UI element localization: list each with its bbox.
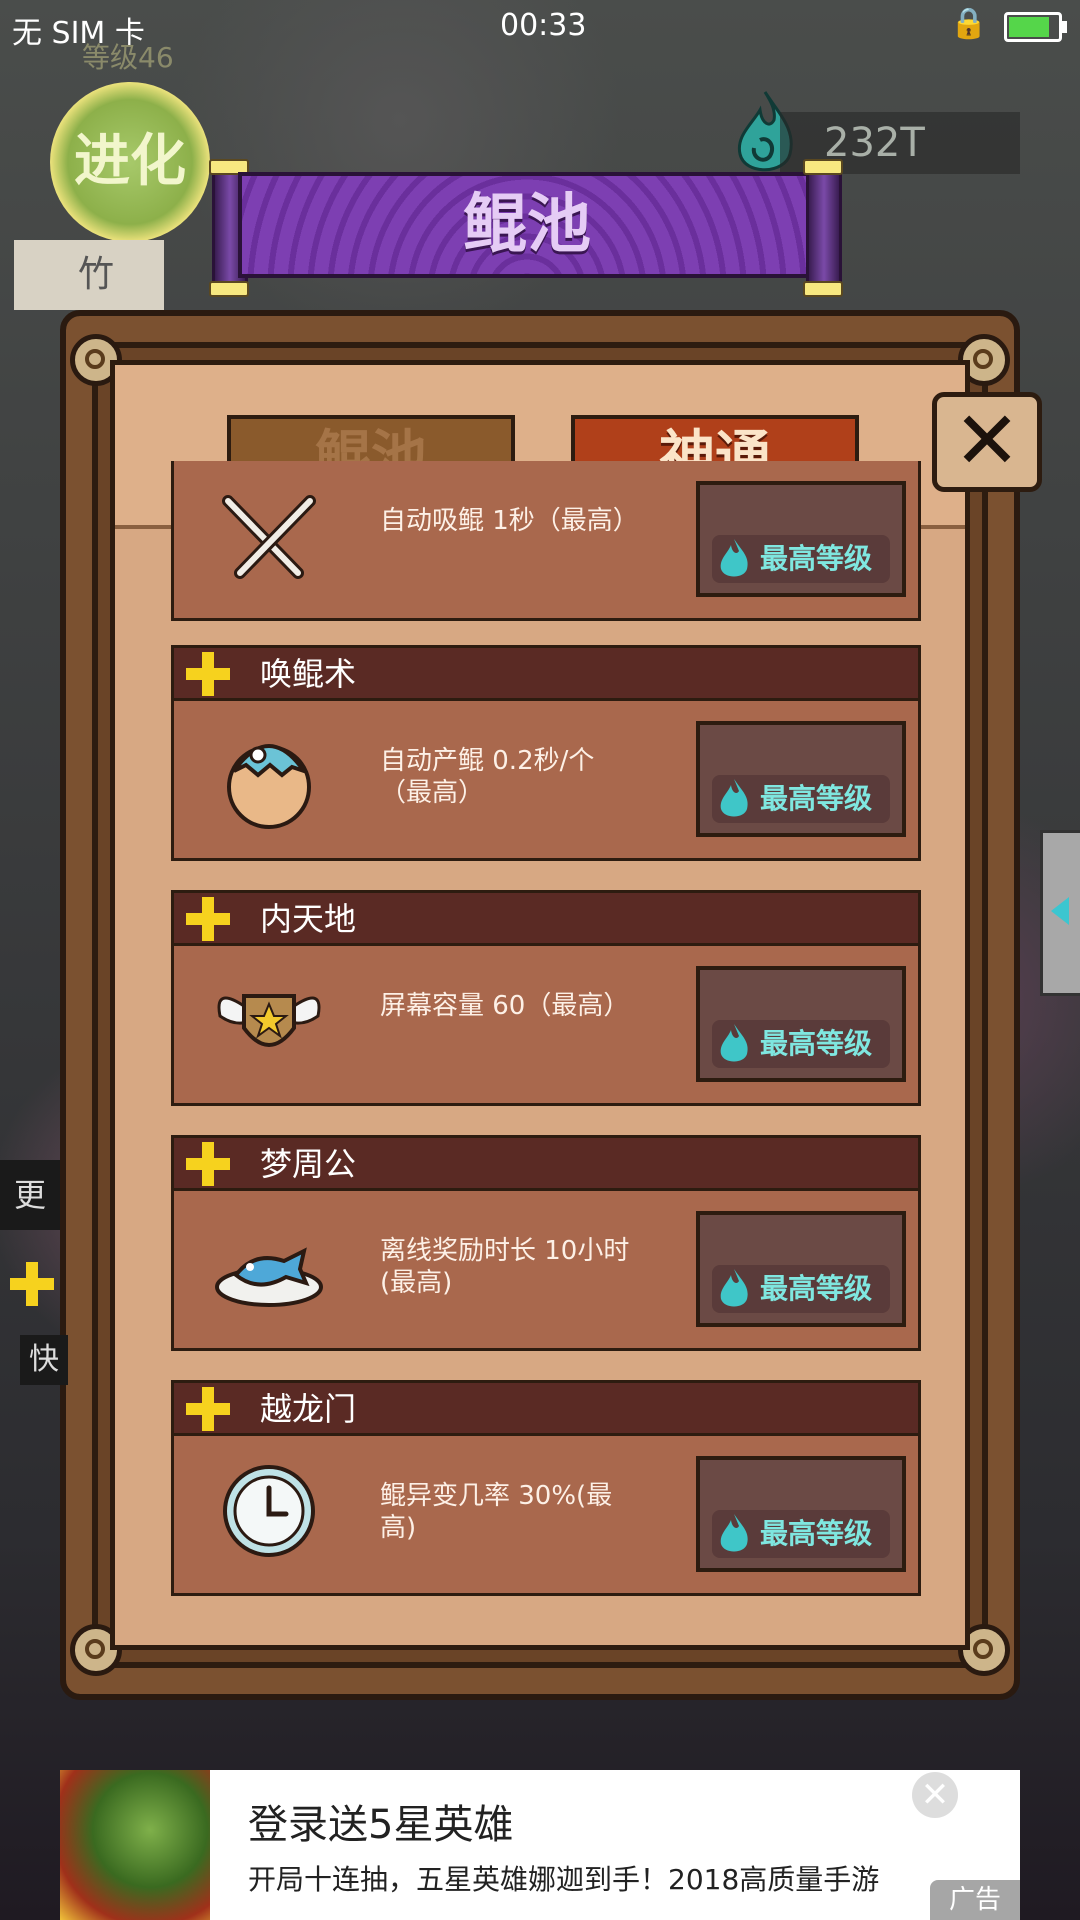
ability-card-body: 屏幕容量 60（最高） 最高等级 <box>171 946 921 1106</box>
panel-content: 鲲池 神通 自动吸鲲 1秒（最高） 最高等级 唤鲲术 自动产鲲 0.2秒/个（最… <box>110 360 970 1650</box>
ability-card: 内天地 屏幕容量 60（最高） 最高等级 <box>171 890 921 1106</box>
ability-card-header: 内天地 <box>171 890 921 946</box>
spirit-flame-icon <box>720 779 748 817</box>
ad-description: 开局十连抽，五星英雄娜迦到手！2018高质量手游 <box>248 1863 880 1896</box>
ad-tag: 广告 <box>930 1880 1020 1920</box>
ability-card: 唤鲲术 自动产鲲 0.2秒/个（最高） 最高等级 <box>171 645 921 861</box>
max-level-button[interactable]: 最高等级 <box>696 1456 906 1572</box>
max-level-label: 最高等级 <box>760 782 873 815</box>
max-level-button[interactable]: 最高等级 <box>696 1211 906 1327</box>
quick-button[interactable]: 快 <box>20 1335 68 1385</box>
clock: 00:33 <box>500 8 587 43</box>
ability-description: 鲲异变几率 30%(最高) <box>380 1481 613 1543</box>
max-level-label: 最高等级 <box>760 1272 873 1305</box>
max-level-button[interactable]: 最高等级 <box>696 966 906 1082</box>
ability-card-header: 梦周公 <box>171 1135 921 1191</box>
crossed-swords-icon <box>222 495 316 579</box>
evolve-button[interactable]: 进化 <box>50 82 210 242</box>
ability-description: 屏幕容量 60（最高） <box>380 991 630 1021</box>
ability-name: 唤鲲术 <box>260 655 357 693</box>
plus-icon <box>186 1142 230 1186</box>
ability-card-body: 鲲异变几率 30%(最高) 最高等级 <box>171 1436 921 1596</box>
battery-icon <box>1004 12 1067 42</box>
banner-roll-right <box>803 159 843 297</box>
ad-banner[interactable]: 登录送5星英雄 开局十连抽，五星英雄娜迦到手！2018高质量手游 <box>60 1770 1020 1920</box>
ability-card-body: 自动产鲲 0.2秒/个（最高） 最高等级 <box>171 701 921 861</box>
plus-icon <box>186 652 230 696</box>
max-level-label: 最高等级 <box>760 1027 873 1060</box>
hatching-egg-icon <box>227 744 311 829</box>
max-level-button[interactable]: 最高等级 <box>696 481 906 597</box>
winged-shield-icon <box>217 994 321 1047</box>
side-drawer-toggle[interactable] <box>1040 830 1080 996</box>
ability-card: 梦周公 离线奖励时长 10小时(最高) 最高等级 <box>171 1135 921 1351</box>
max-level-label: 最高等级 <box>760 1517 873 1550</box>
rotation-lock-icon: 🔒 <box>950 6 988 41</box>
ability-card: 自动吸鲲 1秒（最高） 最高等级 <box>171 405 921 621</box>
ability-card-body: 自动吸鲲 1秒（最高） 最高等级 <box>171 461 921 621</box>
plus-icon <box>186 1387 230 1431</box>
battery-fill <box>1009 17 1049 37</box>
ability-name: 越龙门 <box>260 1390 357 1428</box>
ability-description: 自动吸鲲 1秒（最高） <box>380 506 639 536</box>
plus-icon[interactable] <box>10 1262 54 1306</box>
ability-name: 梦周公 <box>260 1145 357 1183</box>
close-button[interactable]: ✕ <box>932 392 1042 492</box>
ability-name: 内天地 <box>260 900 357 938</box>
ability-card-header: 越龙门 <box>171 1380 921 1436</box>
side-edge-label[interactable]: 更 <box>0 1160 60 1230</box>
ad-title: 登录送5星英雄 <box>248 1802 514 1848</box>
spirit-flame-icon <box>720 1024 748 1062</box>
title-banner: 鲲池 <box>209 159 843 297</box>
page-title: 鲲池 <box>238 172 816 278</box>
ability-card-body: 离线奖励时长 10小时(最高) 最高等级 <box>171 1191 921 1351</box>
spirit-flame-icon <box>720 1269 748 1307</box>
level-label: 等级46 <box>82 41 174 74</box>
ad-image <box>60 1770 210 1920</box>
fish-plate-icon <box>215 1247 323 1307</box>
clock-icon <box>223 1465 315 1557</box>
ability-description: 自动产鲲 0.2秒/个（最高） <box>380 746 595 808</box>
ad-close-button[interactable]: ✕ <box>912 1772 958 1818</box>
ability-card: 越龙门 鲲异变几率 30%(最高) 最高等级 <box>171 1380 921 1596</box>
max-level-button[interactable]: 最高等级 <box>696 721 906 837</box>
ability-card-header: 唤鲲术 <box>171 645 921 701</box>
ability-description: 离线奖励时长 10小时(最高) <box>380 1236 630 1298</box>
spirit-flame-icon <box>720 539 748 577</box>
max-level-label: 最高等级 <box>760 542 873 575</box>
plus-icon <box>186 897 230 941</box>
side-label[interactable]: 竹 <box>14 240 164 310</box>
spirit-flame-icon <box>720 1514 748 1552</box>
